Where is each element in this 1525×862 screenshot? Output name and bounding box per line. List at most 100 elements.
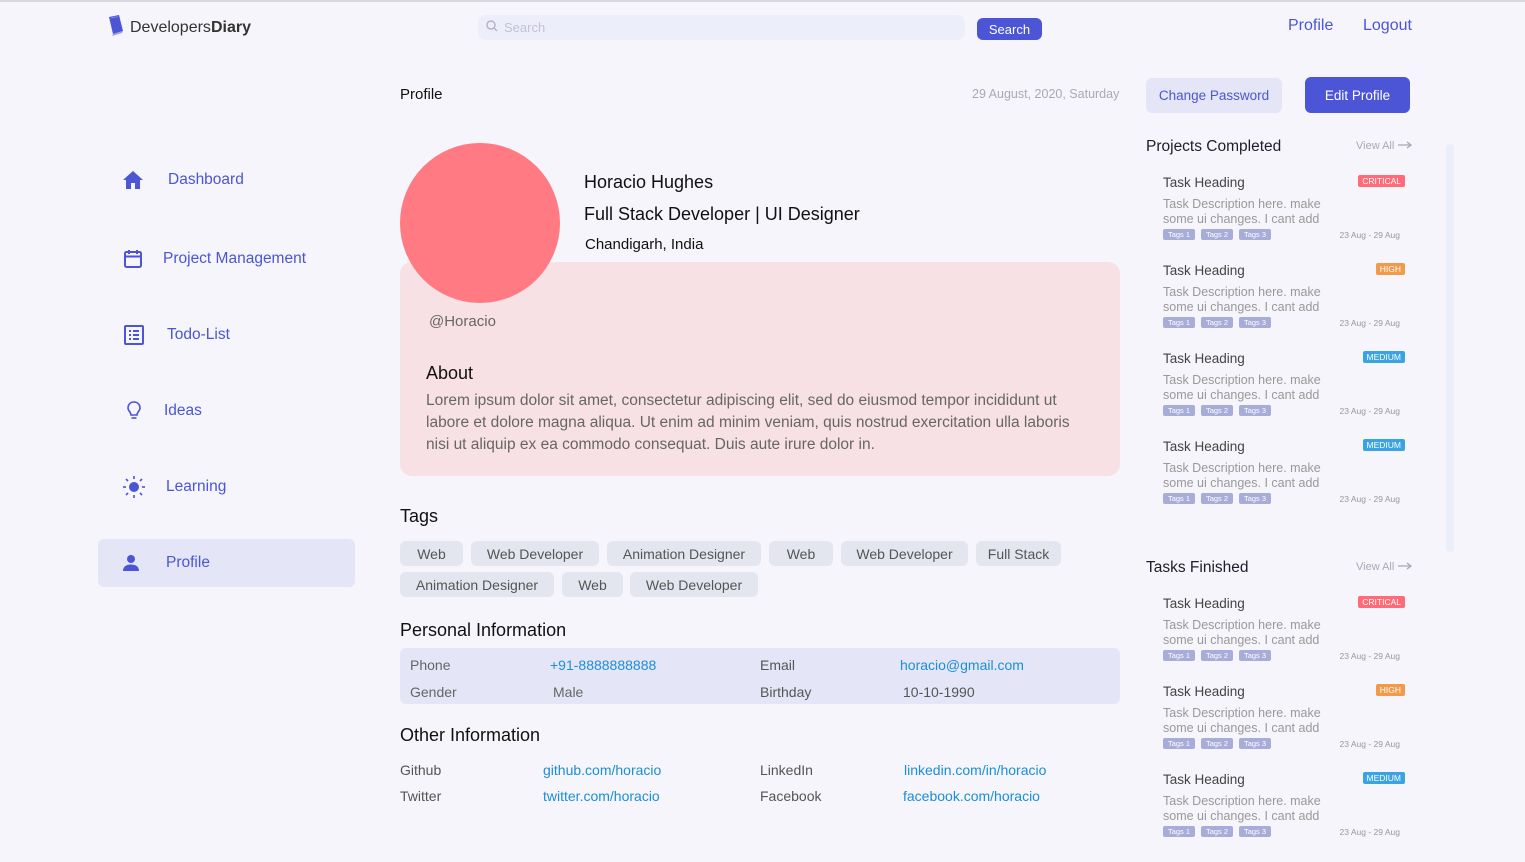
task-tag[interactable]: Tags 1 xyxy=(1163,405,1195,416)
task-tag[interactable]: Tags 3 xyxy=(1239,826,1271,837)
phone-label: Phone xyxy=(410,657,451,673)
task-tag[interactable]: Tags 3 xyxy=(1239,405,1271,416)
task-tags: Tags 1 Tags 2 Tags 3 xyxy=(1163,650,1271,661)
page-title: Profile xyxy=(400,86,443,103)
task-description: Task Description here. make some ui chan… xyxy=(1163,706,1321,735)
gender-value: Male xyxy=(553,684,584,700)
sidebar-item-profile[interactable]: Profile xyxy=(98,539,355,587)
priority-badge: MEDIUM xyxy=(1362,772,1405,784)
sidebar-item-project-management[interactable]: Project Management xyxy=(98,235,355,283)
facebook-link[interactable]: facebook.com/horacio xyxy=(903,788,1040,804)
task-card[interactable]: Task Heading MEDIUM Task Description here.… xyxy=(1163,351,1408,423)
arrow-right-icon xyxy=(1398,140,1413,152)
other-info-heading: Other Information xyxy=(400,725,541,745)
calendar-icon xyxy=(122,248,144,270)
task-tag[interactable]: Tags 1 xyxy=(1163,229,1195,240)
scrollbar[interactable] xyxy=(1446,144,1454,552)
task-description: Task Description here. make some ui chan… xyxy=(1163,373,1321,402)
task-date-range: 23 Aug - 29 Aug xyxy=(1339,230,1401,240)
sidebar-item-learning[interactable]: Learning xyxy=(98,463,355,511)
task-tag[interactable]: Tags 1 xyxy=(1163,493,1195,504)
email-value[interactable]: horacio@gmail.com xyxy=(900,657,1024,673)
tag-chip[interactable]: Web xyxy=(400,541,463,566)
tag-chip[interactable]: Web Developer xyxy=(630,572,758,597)
sidebar-item-label: Project Management xyxy=(163,250,307,267)
task-card[interactable]: Task Heading CRITICAL Task Description her… xyxy=(1163,596,1408,668)
profile-name: Horacio Hughes xyxy=(584,172,714,192)
priority-badge: MEDIUM xyxy=(1362,439,1405,451)
task-tag[interactable]: Tags 1 xyxy=(1163,738,1195,749)
linkedin-link[interactable]: linkedin.com/in/horacio xyxy=(904,762,1046,778)
tasks-view-all-link[interactable]: View All xyxy=(1356,561,1413,573)
tag-chip[interactable]: Web Developer xyxy=(471,541,599,566)
tag-chip[interactable]: Web xyxy=(562,572,623,597)
task-card[interactable]: Task Heading MEDIUM Task Description here.… xyxy=(1163,439,1408,511)
task-date-range: 23 Aug - 29 Aug xyxy=(1339,739,1401,749)
search-button[interactable]: Search xyxy=(977,18,1042,40)
task-tag[interactable]: Tags 2 xyxy=(1201,317,1233,328)
task-tag[interactable]: Tags 2 xyxy=(1201,826,1233,837)
task-tag[interactable]: Tags 2 xyxy=(1201,229,1233,240)
user-icon xyxy=(122,554,140,572)
task-tags: Tags 1 Tags 2 Tags 3 xyxy=(1163,826,1271,837)
task-date-range: 23 Aug - 29 Aug xyxy=(1339,827,1401,837)
tags-heading: Tags xyxy=(400,506,439,526)
tag-chip[interactable]: Animation Designer xyxy=(607,541,761,566)
task-description: Task Description here. make some ui chan… xyxy=(1163,618,1321,647)
logout-link[interactable]: Logout xyxy=(1363,17,1412,35)
profile-link[interactable]: Profile xyxy=(1288,17,1333,35)
sidebar-item-todo-list[interactable]: Todo-List xyxy=(98,311,355,359)
gender-label: Gender xyxy=(410,684,457,700)
phone-value[interactable]: +91-8888888888 xyxy=(550,657,656,673)
arrow-right-icon xyxy=(1398,561,1413,573)
task-tag[interactable]: Tags 3 xyxy=(1239,650,1271,661)
task-card[interactable]: Task Heading HIGH Task Description here. m… xyxy=(1163,263,1408,335)
change-password-button[interactable]: Change Password xyxy=(1146,78,1282,113)
task-tag[interactable]: Tags 2 xyxy=(1201,738,1233,749)
task-tag[interactable]: Tags 2 xyxy=(1201,493,1233,504)
edit-profile-button[interactable]: Edit Profile xyxy=(1305,77,1410,113)
sidebar-item-label: Todo-List xyxy=(167,326,230,343)
search-bar xyxy=(478,15,965,40)
sidebar-item-label: Learning xyxy=(166,478,227,495)
sidebar-item-label: Dashboard xyxy=(168,171,244,188)
task-tag[interactable]: Tags 1 xyxy=(1163,650,1195,661)
sidebar-item-dashboard[interactable]: Dashboard xyxy=(98,156,355,204)
twitter-link[interactable]: twitter.com/horacio xyxy=(543,788,660,804)
task-card[interactable]: Task Heading MEDIUM Task Description here.… xyxy=(1163,772,1408,844)
task-tag[interactable]: Tags 2 xyxy=(1201,650,1233,661)
logo-text: DevelopersDiary xyxy=(130,19,251,37)
task-tag[interactable]: Tags 3 xyxy=(1239,229,1271,240)
priority-badge: HIGH xyxy=(1375,263,1405,275)
task-tag[interactable]: Tags 1 xyxy=(1163,317,1195,328)
facebook-label: Facebook xyxy=(760,788,822,804)
sidebar-item-label: Ideas xyxy=(164,402,202,419)
book-icon xyxy=(106,14,126,41)
logo[interactable]: DevelopersDiary xyxy=(106,14,251,41)
list-icon xyxy=(123,324,145,346)
priority-badge: MEDIUM xyxy=(1362,351,1405,363)
task-tag[interactable]: Tags 3 xyxy=(1239,493,1271,504)
birthday-label: Birthday xyxy=(760,684,812,700)
tag-chip[interactable]: Full Stack xyxy=(976,541,1061,566)
search-input[interactable] xyxy=(504,20,944,35)
task-heading: Task Heading xyxy=(1163,596,1245,611)
github-label: Github xyxy=(400,762,442,778)
github-link[interactable]: github.com/horacio xyxy=(543,762,661,778)
task-tags: Tags 1 Tags 2 Tags 3 xyxy=(1163,405,1271,416)
task-heading: Task Heading xyxy=(1163,439,1245,454)
task-tag[interactable]: Tags 3 xyxy=(1239,317,1271,328)
sidebar-item-ideas[interactable]: Ideas xyxy=(98,387,355,435)
tasks-finished-heading: Tasks Finished xyxy=(1146,559,1249,576)
task-tag[interactable]: Tags 2 xyxy=(1201,405,1233,416)
tag-chip[interactable]: Web Developer xyxy=(841,541,968,566)
avatar xyxy=(400,143,560,303)
view-all-label: View All xyxy=(1356,140,1395,152)
task-tag[interactable]: Tags 3 xyxy=(1239,738,1271,749)
task-card[interactable]: Task Heading CRITICAL Task Description her… xyxy=(1163,175,1408,247)
task-card[interactable]: Task Heading HIGH Task Description here. m… xyxy=(1163,684,1408,756)
tag-chip[interactable]: Web xyxy=(769,541,833,566)
tag-chip[interactable]: Animation Designer xyxy=(400,572,554,597)
projects-view-all-link[interactable]: View All xyxy=(1356,140,1413,152)
task-tag[interactable]: Tags 1 xyxy=(1163,826,1195,837)
